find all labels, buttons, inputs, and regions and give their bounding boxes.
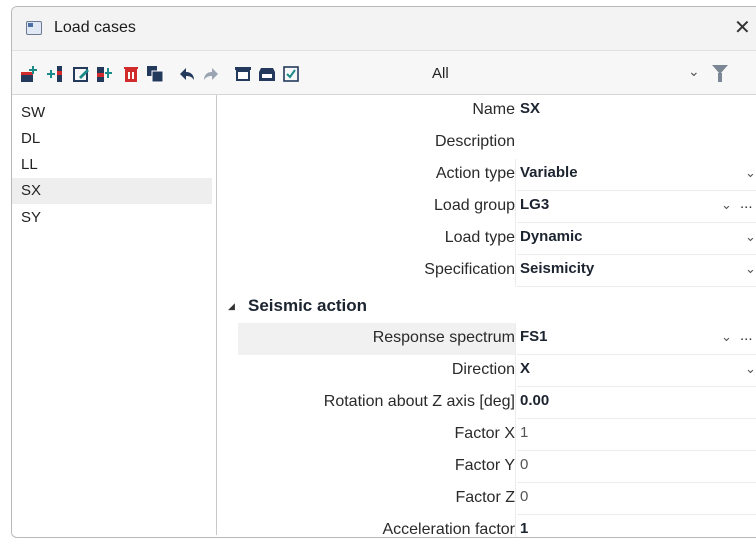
prop-label: Rotation about Z axis [deg] [323, 393, 515, 410]
prop-row-factor-x: Factor X 1 [218, 419, 756, 451]
prop-row-rotation: Rotation about Z axis [deg] 0.00 [218, 387, 756, 419]
direction-select[interactable]: X [520, 360, 530, 377]
duplicate-icon[interactable] [146, 65, 164, 83]
list-item-ll[interactable]: LL [12, 152, 212, 178]
filter-select[interactable]: All [432, 65, 449, 82]
divider [515, 159, 516, 191]
prop-label: Description [434, 133, 515, 150]
prop-row-response-spectrum: Response spectrum FS1 ⌄ ... [218, 323, 756, 355]
prop-row-acceleration-factor: Acceleration factor 1 [218, 515, 756, 537]
prop-label: Name [472, 101, 515, 118]
check-icon[interactable] [282, 65, 300, 83]
prop-row-description: Description [218, 127, 756, 159]
table-icon[interactable] [234, 65, 252, 83]
section-title: Seismic action [248, 296, 368, 315]
section-seismic-action[interactable]: ◢ Seismic action [218, 291, 756, 323]
action-type-select[interactable]: Variable [520, 164, 578, 181]
divider [515, 255, 516, 287]
prop-row-load-type: Load type Dynamic ⌄ [218, 223, 756, 255]
title-bar: Load cases ✕ [12, 7, 756, 51]
prop-label: Action type [435, 165, 515, 182]
load-group-select[interactable]: LG3 [520, 196, 549, 213]
divider [515, 419, 516, 451]
save-icon[interactable] [258, 65, 276, 83]
divider [515, 515, 516, 537]
divider [515, 323, 516, 355]
list-item-dl[interactable]: DL [12, 126, 212, 152]
undo-icon[interactable] [178, 65, 196, 83]
toolbar: All ⌄ [12, 51, 756, 95]
divider [515, 483, 516, 515]
chevron-down-icon[interactable]: ⌄ [721, 329, 732, 345]
ellipsis-button[interactable]: ... [740, 195, 753, 212]
prop-label: Direction [451, 361, 515, 378]
acceleration-factor-field[interactable]: 1 [520, 520, 528, 537]
chevron-down-icon[interactable]: ⌄ [688, 63, 700, 80]
value-box [517, 484, 756, 515]
prop-row-direction: Direction X ⌄ [218, 355, 756, 387]
prop-label: Factor X [454, 425, 515, 442]
prop-row-specification: Specification Seismicity ⌄ [218, 255, 756, 287]
collapse-triangle-icon[interactable]: ◢ [228, 301, 235, 312]
prop-label: Factor Z [455, 489, 515, 506]
prop-row-name: Name SX [218, 95, 756, 127]
list-item-sw[interactable]: SW [12, 100, 212, 126]
funnel-icon[interactable] [712, 65, 728, 82]
prop-row-factor-z: Factor Z 0 [218, 483, 756, 515]
divider [515, 223, 516, 255]
window-title: Load cases [54, 19, 136, 36]
prop-label: Load group [434, 197, 515, 214]
divider [515, 355, 516, 387]
prop-row-factor-y: Factor Y 0 [218, 451, 756, 483]
prop-label: Load type [444, 229, 515, 246]
factor-x-field: 1 [520, 424, 529, 441]
prop-label: Response spectrum [372, 329, 515, 346]
list-item-sy[interactable]: SY [12, 205, 212, 231]
value-box [517, 452, 756, 483]
chevron-down-icon[interactable]: ⌄ [745, 229, 756, 245]
prop-label: Specification [424, 261, 515, 278]
close-button[interactable]: ✕ [734, 15, 751, 40]
value-box [517, 356, 756, 387]
copy-icon[interactable] [96, 65, 114, 83]
response-spectrum-select[interactable]: FS1 [520, 328, 548, 345]
specification-select[interactable]: Seismicity [520, 260, 594, 277]
load-type-select[interactable]: Dynamic [520, 228, 583, 245]
load-cases-window: Load cases ✕ All ⌄ SW DL LL SX SY Name S… [11, 6, 756, 538]
prop-row-load-group: Load group LG3 ⌄ ... [218, 191, 756, 223]
divider [515, 387, 516, 419]
prop-row-action-type: Action type Variable ⌄ [218, 159, 756, 191]
divider [515, 191, 516, 223]
chevron-down-icon[interactable]: ⌄ [745, 261, 756, 277]
name-field[interactable]: SX [520, 100, 540, 117]
chevron-down-icon[interactable]: ⌄ [745, 361, 756, 377]
value-box [517, 388, 756, 419]
chevron-down-icon[interactable]: ⌄ [721, 197, 732, 213]
prop-label: Factor Y [454, 457, 515, 474]
list-item-sx[interactable]: SX [12, 178, 212, 204]
divider [515, 451, 516, 483]
rotation-field[interactable]: 0.00 [520, 392, 549, 409]
factor-y-field: 0 [520, 456, 529, 473]
load-case-list: SW DL LL SX SY [12, 95, 217, 535]
factor-z-field: 0 [520, 488, 529, 505]
app-window-icon [26, 21, 42, 35]
value-box [517, 420, 756, 451]
edit-icon[interactable] [72, 65, 90, 83]
new-icon[interactable] [20, 65, 38, 83]
ellipsis-button[interactable]: ... [740, 327, 753, 344]
redo-icon[interactable] [202, 65, 220, 83]
delete-icon[interactable] [122, 65, 140, 83]
chevron-down-icon[interactable]: ⌄ [745, 165, 756, 181]
insert-icon[interactable] [46, 65, 64, 83]
properties-panel: Name SX Description Action type Variable… [218, 95, 756, 537]
